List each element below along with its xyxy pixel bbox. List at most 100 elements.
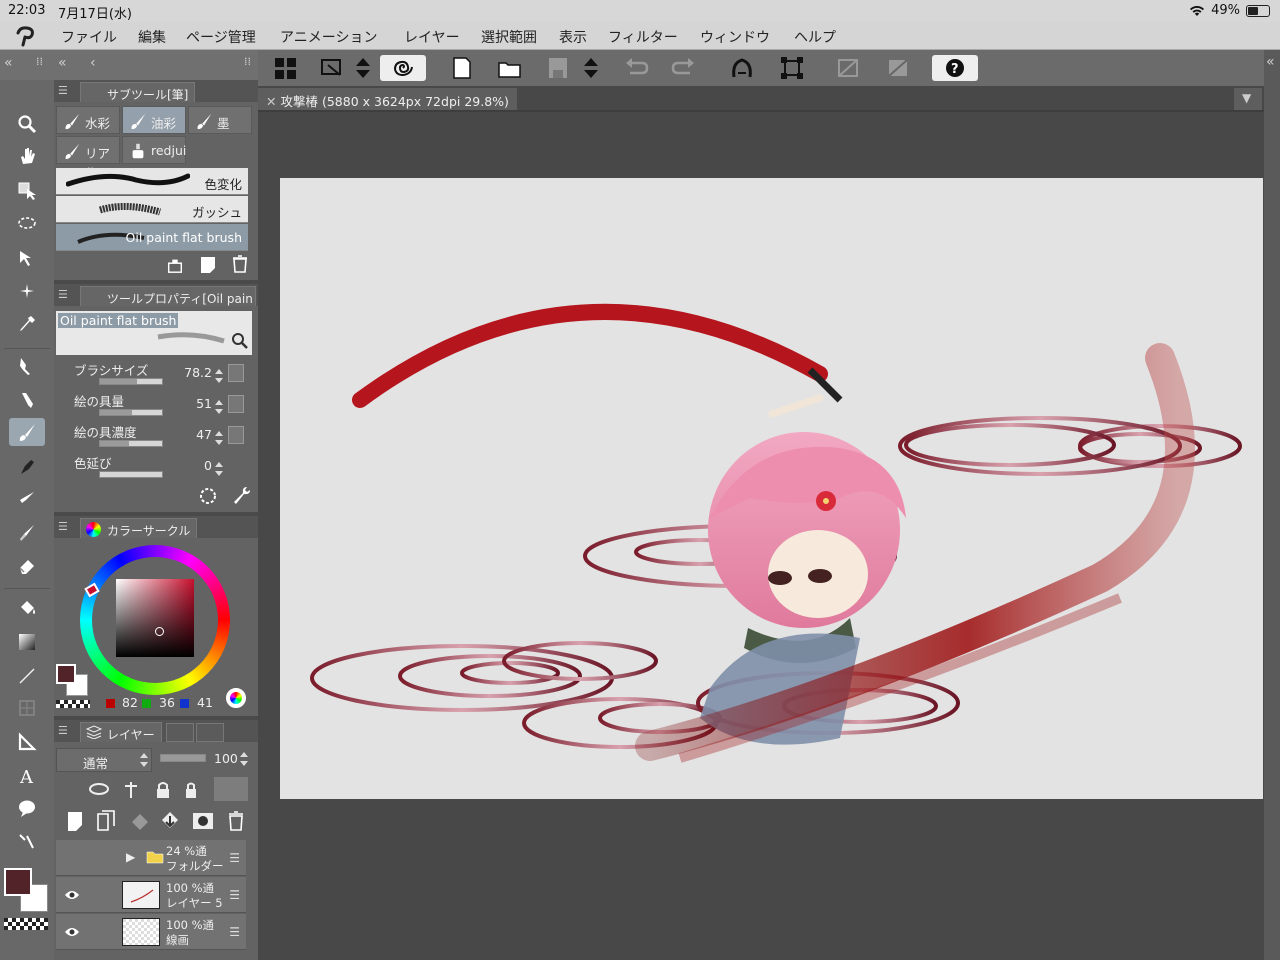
menu-help[interactable]: ヘルプ xyxy=(794,27,836,47)
paint-density-slider[interactable] xyxy=(99,440,163,447)
pressure-toggle-icon[interactable] xyxy=(228,395,244,413)
auto-select-tool[interactable] xyxy=(9,244,45,272)
zoom-tool[interactable] xyxy=(9,110,45,138)
selection-tool[interactable] xyxy=(9,210,45,238)
clear-outside-icon[interactable] xyxy=(884,55,912,81)
menu-file[interactable]: ファイル xyxy=(61,27,117,47)
blend-mode-select[interactable]: 通常 xyxy=(56,748,152,772)
collapse-right-icon[interactable]: « xyxy=(1266,54,1275,70)
layer-row-folder[interactable]: ▶ 24 %通 フォルダー ☰ xyxy=(56,840,246,876)
undo-icon[interactable] xyxy=(622,55,650,81)
frame-tool[interactable] xyxy=(9,694,45,722)
artboard[interactable] xyxy=(280,178,1263,799)
help-button[interactable]: ? xyxy=(932,55,978,81)
spiral-button[interactable] xyxy=(380,55,426,81)
hand-tool[interactable] xyxy=(9,142,45,170)
panel-menu-icon[interactable]: ☰ xyxy=(58,84,68,97)
back-chevron-icon[interactable]: ‹ xyxy=(90,55,96,71)
stepper-icon[interactable] xyxy=(239,751,249,767)
merge-down-icon[interactable] xyxy=(130,812,150,832)
transparent-chip[interactable] xyxy=(56,700,90,708)
color-stretch-slider[interactable] xyxy=(99,471,163,478)
expand-chevron-icon[interactable]: ▶ xyxy=(126,850,135,864)
fill-tool[interactable] xyxy=(9,594,45,622)
subtool-oil[interactable]: 油彩 xyxy=(122,106,186,134)
clip-layer-icon[interactable] xyxy=(88,780,110,798)
collapse-panel-icon[interactable]: « xyxy=(58,55,67,71)
figure-tool[interactable] xyxy=(9,662,45,690)
eye-icon[interactable] xyxy=(64,889,80,901)
transparent-color-swatch[interactable] xyxy=(4,918,48,930)
operation-tool[interactable] xyxy=(9,176,45,204)
new-document-icon[interactable] xyxy=(448,55,476,81)
blend-tool[interactable] xyxy=(9,518,45,546)
transform-icon[interactable] xyxy=(778,55,806,81)
airbrush-tool[interactable] xyxy=(9,452,45,480)
stepper-icon[interactable] xyxy=(214,399,224,415)
magnifier-icon[interactable] xyxy=(230,331,250,351)
layer-menu-icon[interactable]: ☰ xyxy=(229,925,240,939)
stepper-icon[interactable] xyxy=(214,368,224,384)
layer-menu-icon[interactable]: ☰ xyxy=(229,851,240,865)
ruler-tool[interactable] xyxy=(9,728,45,756)
panel-menu-icon[interactable]: ☰ xyxy=(58,724,68,737)
stepper-icon[interactable] xyxy=(214,430,224,446)
menu-page[interactable]: ページ管理 xyxy=(186,27,256,47)
lock-icon[interactable] xyxy=(154,780,172,800)
copy-subtool-icon[interactable] xyxy=(198,255,218,275)
stepper-icon[interactable] xyxy=(214,461,224,477)
eyedropper-tool[interactable] xyxy=(9,310,45,338)
navigator-tab[interactable] xyxy=(196,723,224,742)
brush-preset-oil-flat[interactable]: Oil paint flat brush xyxy=(56,224,248,251)
subtool-watercolor[interactable]: 水彩 xyxy=(56,106,120,134)
mask-toggle-icon[interactable] xyxy=(214,777,248,801)
menu-layer[interactable]: レイヤー xyxy=(404,27,460,47)
pencil-tool[interactable] xyxy=(9,386,45,414)
brush-size-slider[interactable] xyxy=(99,378,163,385)
menu-view[interactable]: 表示 xyxy=(559,27,587,47)
balloon-tool[interactable] xyxy=(9,794,45,822)
layer-property-tab[interactable] xyxy=(166,723,194,742)
resize-canvas-icon[interactable] xyxy=(318,55,346,81)
decoration-tool[interactable] xyxy=(9,484,45,512)
new-layer-icon[interactable] xyxy=(66,810,84,832)
brush-preset-color-change[interactable]: 色変化 xyxy=(56,168,248,195)
text-tool[interactable]: A xyxy=(9,762,45,790)
right-collapse-strip[interactable]: « xyxy=(1264,50,1280,960)
color-picker-cursor[interactable] xyxy=(155,627,164,636)
main-color-chip[interactable] xyxy=(56,664,76,684)
grid-menu-icon[interactable] xyxy=(272,55,300,81)
magic-wand-tool[interactable] xyxy=(9,278,45,306)
gradient-tool[interactable] xyxy=(9,628,45,656)
lock-transparency-icon[interactable] xyxy=(184,780,204,800)
eye-icon[interactable] xyxy=(64,926,80,938)
subtool-tab[interactable]: サブツール[筆] xyxy=(80,82,196,102)
main-color-swatch[interactable] xyxy=(4,868,32,896)
new-vector-layer-icon[interactable] xyxy=(96,810,116,832)
delete-layer-icon[interactable] xyxy=(226,810,246,832)
brush-preset-gouache[interactable]: ガッシュ xyxy=(56,196,248,223)
ref-layer-icon[interactable] xyxy=(122,780,140,800)
pressure-toggle-icon[interactable] xyxy=(228,426,244,444)
clear-icon[interactable] xyxy=(834,55,862,81)
correct-line-tool[interactable] xyxy=(9,828,45,856)
close-tab-icon[interactable]: ✕ xyxy=(266,94,276,109)
panel-grip-icon[interactable]: ⁞⁞ xyxy=(244,55,251,68)
fill-selection-icon[interactable] xyxy=(728,55,756,81)
eraser-tool[interactable] xyxy=(9,552,45,580)
subtool-ink[interactable]: 墨 xyxy=(188,106,252,134)
grip-icon[interactable]: ⁞⁞ xyxy=(36,55,43,68)
brush-tool[interactable] xyxy=(9,418,45,446)
reset-icon[interactable] xyxy=(198,486,218,506)
opacity-slider[interactable] xyxy=(160,754,206,762)
saturation-value-square[interactable] xyxy=(116,579,194,657)
tool-settings-icon[interactable] xyxy=(166,256,184,274)
clip-studio-logo-icon[interactable] xyxy=(14,25,38,47)
stepper-icon[interactable] xyxy=(582,55,600,81)
document-tab[interactable]: ✕ 攻撃椿 (5880 x 3624px 72dpi 29.8%) xyxy=(258,88,517,110)
redo-icon[interactable] xyxy=(670,55,698,81)
subtool-redjui[interactable]: redjui xyxy=(122,136,186,164)
layer-menu-icon[interactable]: ☰ xyxy=(229,888,240,902)
wrench-icon[interactable] xyxy=(230,484,252,506)
tool-property-tab[interactable]: ツールプロパティ[Oil pain xyxy=(80,286,256,306)
